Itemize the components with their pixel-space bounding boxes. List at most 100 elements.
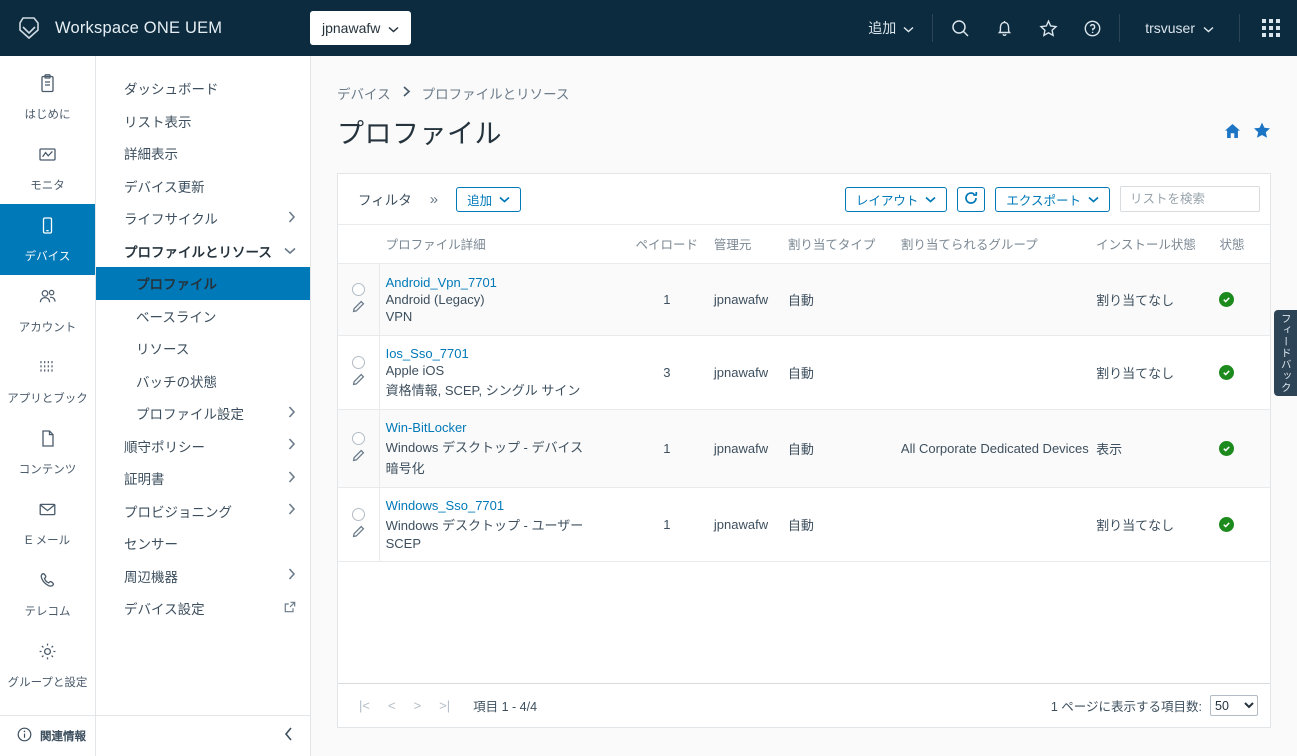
subnav-item-7[interactable]: ベースライン — [96, 300, 310, 333]
rail-item-label: E メール — [24, 535, 71, 547]
subnav-item-4[interactable]: ライフサイクル — [96, 202, 310, 235]
subnav-item-11[interactable]: 順守ポリシー — [96, 430, 310, 463]
export-button[interactable]: エクスポート — [995, 186, 1110, 212]
chevron-down-icon — [1088, 192, 1099, 206]
edit-pencil-icon[interactable] — [352, 373, 365, 389]
table-row[interactable]: Win-BitLocker Windows デスクトップ - デバイス 暗号化 1 jp… — [338, 409, 1270, 488]
edit-pencil-icon[interactable] — [352, 300, 365, 316]
layout-button[interactable]: レイアウト — [844, 186, 948, 212]
last-page-button[interactable]: >| — [430, 698, 459, 713]
row-radio-button[interactable] — [351, 432, 365, 445]
secondary-nav: ダッシュボード リスト表示 詳細表示デバイス更新ライフサイクル プロファイルとリソース… — [96, 56, 311, 756]
subnav-item-10[interactable]: プロファイル設定 — [96, 397, 310, 430]
telecom-phone-icon — [37, 570, 58, 596]
search-icon[interactable] — [938, 0, 982, 56]
rail-footer-related-info[interactable]: 関連情報 — [0, 715, 95, 756]
subnav-item-3[interactable]: デバイス更新 — [96, 170, 310, 203]
profile-name-link[interactable]: Win-BitLocker — [386, 420, 620, 435]
add-menu-button[interactable]: 追加 — [855, 0, 927, 56]
organization-group-selector[interactable]: jpnawafw — [310, 11, 412, 45]
install-status-cell[interactable]: 表示 — [1090, 409, 1214, 488]
subnav-item-12[interactable]: 証明書 — [96, 462, 310, 495]
subnav-item-8[interactable]: リソース — [96, 332, 310, 365]
subnav-item-5[interactable]: プロファイルとリソース — [96, 235, 310, 268]
rail-item-getting-started[interactable]: はじめに — [0, 62, 95, 133]
chevron-down-icon — [499, 192, 510, 206]
subnav-item-9[interactable]: バッチの状態 — [96, 365, 310, 398]
column-header-0[interactable]: プロファイル詳細 — [379, 225, 626, 264]
breadcrumb-item-profiles-resources[interactable]: プロファイルとリソース — [422, 83, 570, 103]
chevron-down-icon — [903, 20, 914, 36]
edit-pencil-icon[interactable] — [352, 449, 365, 465]
breadcrumb-item-devices[interactable]: デバイス — [337, 83, 391, 103]
item-range-text: 項目 1 - 4/4 — [473, 700, 538, 714]
double-chevron-right-icon[interactable]: » — [422, 191, 456, 208]
table-row[interactable]: Windows_Sso_7701 Windows デスクトップ - ユーザー SCE… — [338, 487, 1270, 562]
table-row[interactable]: Ios_Sso_7701 Apple iOS 資格情報, SCEP, シングル サイ… — [338, 335, 1270, 410]
feedback-tab[interactable]: フィードバック — [1274, 310, 1297, 396]
managed-by-cell: jpnawafw — [707, 263, 782, 336]
main-content: デバイス プロファイルとリソース プロファイル フィルタ » 追加 レイアウト … — [311, 56, 1297, 756]
profile-name-link[interactable]: Android_Vpn_7701 — [386, 275, 620, 290]
subnav-item-label: デバイス設定 — [124, 602, 205, 618]
help-icon[interactable] — [1070, 0, 1114, 56]
edit-pencil-icon[interactable] — [352, 525, 365, 541]
rail-item-content[interactable]: コンテンツ — [0, 417, 95, 488]
rail-item-email[interactable]: E メール — [0, 488, 95, 559]
status-cell — [1213, 409, 1270, 488]
export-button-label: エクスポート — [1006, 193, 1081, 208]
managed-by-cell: jpnawafw — [707, 409, 782, 488]
row-radio-button[interactable] — [351, 283, 365, 296]
profile-payload-types: 資格情報, SCEP, シングル サイン — [385, 383, 581, 398]
search-input[interactable] — [1120, 186, 1260, 212]
subnav-item-13[interactable]: プロビジョニング — [96, 495, 310, 528]
rail-item-groups-settings[interactable]: グループと設定 — [0, 630, 95, 701]
app-grid-icon[interactable] — [1245, 0, 1297, 56]
subnav-item-14[interactable]: センサー — [96, 527, 310, 560]
subnav-item-label: デバイス更新 — [124, 179, 205, 195]
next-page-button[interactable]: > — [405, 698, 431, 713]
column-header-2[interactable]: 管理元 — [707, 225, 782, 264]
row-radio-button[interactable] — [351, 508, 365, 521]
bell-icon[interactable] — [982, 0, 1026, 56]
rail-item-label: グループと設定 — [7, 677, 88, 689]
star-filled-icon[interactable] — [1253, 122, 1271, 144]
first-page-button[interactable]: |< — [350, 698, 379, 713]
prev-page-button[interactable]: < — [379, 698, 405, 713]
column-header-1[interactable]: ペイロード — [625, 225, 708, 264]
breadcrumb: デバイス プロファイルとリソース — [337, 56, 1271, 103]
user-menu-button[interactable]: trsvuser — [1125, 0, 1234, 56]
rail-items: はじめに モニタ デバイス アカウント アプリとブック コンテンツ E メール … — [0, 56, 95, 715]
per-page-select[interactable]: 50 — [1210, 695, 1258, 716]
rail-item-devices[interactable]: デバイス — [0, 204, 95, 275]
subnav-item-label: プロファイル設定 — [136, 407, 244, 423]
filter-label[interactable]: フィルタ — [348, 189, 422, 209]
subnav-item-1[interactable]: リスト表示 — [96, 105, 310, 138]
column-header-6[interactable]: 状態 — [1213, 225, 1270, 264]
profile-detail-cell: Android_Vpn_7701 Android (Legacy) VPN — [379, 263, 626, 336]
rail-item-monitor[interactable]: モニタ — [0, 133, 95, 204]
subnav-item-6[interactable]: プロファイル — [96, 267, 310, 300]
primary-nav-rail: はじめに モニタ デバイス アカウント アプリとブック コンテンツ E メール … — [0, 56, 96, 756]
column-header-3[interactable]: 割り当てタイプ — [781, 225, 895, 264]
assignment-type-cell: 自動 — [781, 487, 895, 562]
subnav-item-15[interactable]: 周辺機器 — [96, 560, 310, 593]
refresh-button[interactable] — [957, 186, 986, 212]
subnav-item-2[interactable]: 詳細表示 — [96, 137, 310, 170]
rail-item-telecom[interactable]: テレコム — [0, 559, 95, 630]
secondary-nav-collapse-button[interactable] — [96, 715, 310, 756]
table-row[interactable]: Android_Vpn_7701 Android (Legacy) VPN 1 jpna… — [338, 263, 1270, 336]
column-header-4[interactable]: 割り当てられるグループ — [894, 225, 1091, 264]
subnav-item-0[interactable]: ダッシュボード — [96, 72, 310, 105]
home-icon[interactable] — [1224, 123, 1241, 144]
rail-item-accounts[interactable]: アカウント — [0, 275, 95, 346]
profile-name-link[interactable]: Windows_Sso_7701 — [386, 498, 620, 513]
add-button[interactable]: 追加 — [456, 186, 522, 212]
rail-item-apps-books[interactable]: アプリとブック — [0, 346, 95, 417]
row-radio-button[interactable] — [351, 356, 365, 369]
column-header-5[interactable]: インストール状態 — [1090, 225, 1214, 264]
chevron-right-icon — [288, 471, 296, 486]
subnav-item-16[interactable]: デバイス設定 — [96, 592, 310, 625]
profile-name-link[interactable]: Ios_Sso_7701 — [386, 346, 620, 361]
star-icon[interactable] — [1026, 0, 1070, 56]
